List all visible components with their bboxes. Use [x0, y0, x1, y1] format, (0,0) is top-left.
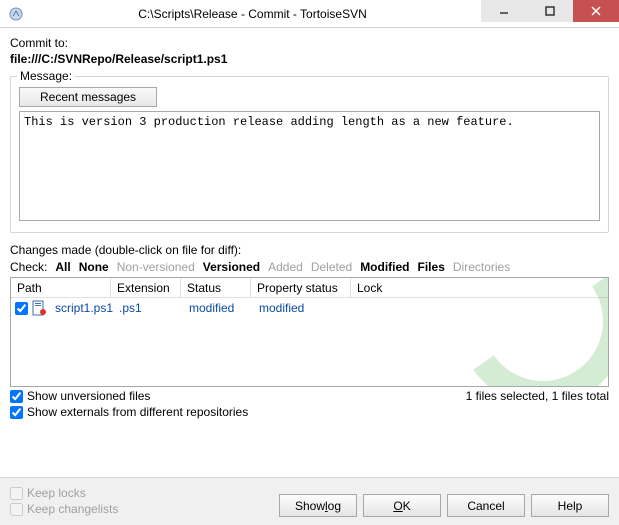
file-icon	[31, 300, 47, 316]
file-checkbox[interactable]	[15, 302, 28, 315]
minimize-button[interactable]	[481, 0, 527, 22]
keep-locks-label: Keep locks	[27, 486, 86, 500]
show-unversioned-label: Show unversioned files	[27, 389, 150, 403]
filter-none[interactable]: None	[79, 260, 109, 274]
file-list-header: Path Extension Status Property status Lo…	[11, 278, 608, 298]
keep-locks-checkbox	[10, 487, 23, 500]
file-list[interactable]: Path Extension Status Property status Lo…	[10, 277, 609, 387]
close-button[interactable]	[573, 0, 619, 22]
file-row[interactable]: script1.ps1 .ps1 modified modified	[11, 298, 608, 318]
repo-url: file:///C:/SVNRepo/Release/script1.ps1	[10, 52, 609, 66]
col-property-status[interactable]: Property status	[251, 278, 351, 297]
message-group: Message: Recent messages	[10, 76, 609, 233]
app-icon	[8, 6, 24, 22]
col-path[interactable]: Path	[11, 278, 111, 297]
commit-dialog: C:\Scripts\Release - Commit - TortoiseSV…	[0, 0, 619, 525]
keep-changelists-option: Keep changelists	[10, 502, 118, 516]
file-property-status: modified	[253, 301, 353, 315]
help-button[interactable]: Help	[531, 494, 609, 517]
keep-changelists-checkbox	[10, 503, 23, 516]
show-externals-checkbox[interactable]	[10, 406, 23, 419]
keep-changelists-label: Keep changelists	[27, 502, 118, 516]
filter-row: Check: All None Non-versioned Versioned …	[10, 260, 609, 274]
bottom-bar: Keep locks Keep changelists Show log OK …	[0, 477, 619, 525]
filter-all[interactable]: All	[55, 260, 70, 274]
commit-to-label: Commit to:	[10, 36, 609, 50]
show-unversioned-checkbox[interactable]	[10, 390, 23, 403]
titlebar: C:\Scripts\Release - Commit - TortoiseSV…	[0, 0, 619, 28]
filter-deleted[interactable]: Deleted	[311, 260, 352, 274]
show-externals-label: Show externals from different repositori…	[27, 405, 248, 419]
cancel-button[interactable]: Cancel	[447, 494, 525, 517]
summary-line: Show unversioned files Show externals fr…	[10, 387, 609, 419]
changes-label: Changes made (double-click on file for d…	[10, 243, 609, 257]
recent-messages-button[interactable]: Recent messages	[19, 87, 157, 107]
client-area: Commit to: file:///C:/SVNRepo/Release/sc…	[0, 28, 619, 477]
commit-message-textarea[interactable]	[19, 111, 600, 221]
filter-added[interactable]: Added	[268, 260, 303, 274]
check-label: Check:	[10, 260, 47, 274]
ok-button[interactable]: OK	[363, 494, 441, 517]
file-summary: 1 files selected, 1 files total	[466, 387, 609, 403]
file-name: script1.ps1	[49, 301, 113, 315]
col-status[interactable]: Status	[181, 278, 251, 297]
col-lock[interactable]: Lock	[351, 278, 608, 297]
filter-nonversioned[interactable]: Non-versioned	[117, 260, 195, 274]
show-log-button[interactable]: Show log	[279, 494, 357, 517]
keep-locks-option: Keep locks	[10, 486, 118, 500]
col-extension[interactable]: Extension	[111, 278, 181, 297]
filter-files[interactable]: Files	[418, 260, 445, 274]
window-controls	[481, 0, 619, 27]
message-group-label: Message:	[17, 69, 75, 83]
file-status: modified	[183, 301, 253, 315]
filter-modified[interactable]: Modified	[360, 260, 409, 274]
maximize-button[interactable]	[527, 0, 573, 22]
filter-versioned[interactable]: Versioned	[203, 260, 260, 274]
window-title: C:\Scripts\Release - Commit - TortoiseSV…	[24, 7, 481, 21]
file-extension: .ps1	[113, 301, 183, 315]
filter-directories[interactable]: Directories	[453, 260, 510, 274]
